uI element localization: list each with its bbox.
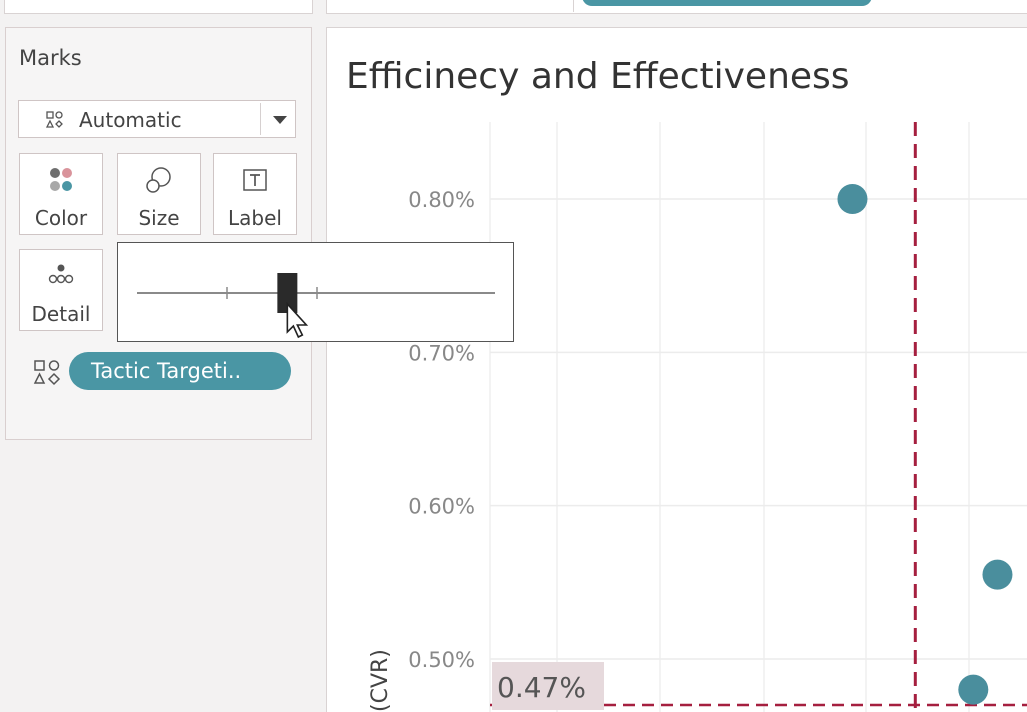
data-point [958,674,989,705]
size-slider[interactable] [118,243,515,343]
y-tick-label: 0.60% [408,495,475,519]
y-tick-label: 0.80% [408,188,475,212]
scatter-plot: 0.80% 0.70% 0.60% 0.50% 0.47% (CVR) [368,122,1027,712]
size-slider-popup [117,242,514,342]
gridlines [489,122,1027,712]
y-axis-label: (CVR) [368,649,393,712]
data-points [837,184,1013,705]
data-point [837,184,868,214]
y-tick-label: 0.70% [408,341,475,365]
reference-line-label: 0.47% [497,671,586,704]
y-tick-label: 0.50% [408,648,475,672]
reference-lines: 0.47% [490,122,1027,712]
data-point [982,559,1013,590]
